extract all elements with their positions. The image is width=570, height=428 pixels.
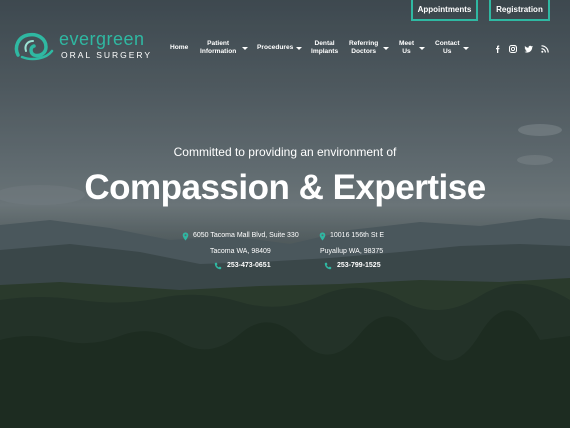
map-pin-icon bbox=[319, 232, 326, 241]
nav-contact-us[interactable]: Contact Us bbox=[435, 40, 460, 56]
location-address-line2: Puyallup WA, 98375 bbox=[320, 248, 384, 255]
registration-button[interactable]: Registration bbox=[489, 0, 550, 21]
map-pin-icon bbox=[182, 232, 189, 241]
hero-overlay bbox=[0, 0, 570, 428]
nav-implants-label-1: Dental bbox=[314, 40, 335, 47]
chevron-down-icon bbox=[242, 47, 248, 50]
nav-referring-label-2: Doctors bbox=[351, 48, 377, 55]
location-address-line1: 10016 156th St E bbox=[330, 232, 385, 239]
phone-icon bbox=[214, 262, 222, 270]
nav-patient-label-1: Patient bbox=[207, 40, 230, 47]
nav-referring-doctors[interactable]: Referring Doctors bbox=[349, 40, 378, 56]
rss-icon[interactable] bbox=[540, 44, 550, 54]
hero-section: Appointments Registration evergreen ORAL… bbox=[0, 0, 570, 428]
nav-dental-implants[interactable]: Dental Implants bbox=[311, 40, 338, 56]
nav-patient-label-2: Information bbox=[200, 48, 237, 55]
location-address-line2: Tacoma WA, 98409 bbox=[210, 248, 271, 255]
hero-headline: Compassion & Expertise bbox=[84, 168, 486, 207]
nav-meet-label-1: Meet bbox=[399, 40, 415, 47]
nav-meet-label-2: Us bbox=[402, 48, 411, 55]
nav-meet-us[interactable]: Meet Us bbox=[399, 40, 414, 56]
logo-subtitle: ORAL SURGERY bbox=[61, 50, 153, 60]
logo-swirl-icon bbox=[14, 32, 54, 61]
nav-procedures[interactable]: Procedures bbox=[257, 44, 293, 52]
nav-home[interactable]: Home bbox=[170, 44, 188, 52]
nav-contact-label-2: Us bbox=[443, 48, 452, 55]
logo-wordmark: evergreen bbox=[59, 29, 145, 49]
location-phone-link[interactable]: 253-473-0651 bbox=[227, 262, 271, 270]
nav-patient-information[interactable]: Patient Information bbox=[200, 40, 236, 56]
chevron-down-icon bbox=[463, 47, 469, 50]
site-logo[interactable]: evergreen ORAL SURGERY bbox=[12, 29, 157, 63]
nav-contact-label-1: Contact bbox=[435, 40, 460, 47]
nav-referring-label-1: Referring bbox=[349, 40, 379, 47]
chevron-down-icon bbox=[419, 47, 425, 50]
phone-icon bbox=[324, 262, 332, 270]
nav-implants-label-2: Implants bbox=[311, 48, 339, 55]
nav-home-label: Home bbox=[170, 44, 189, 51]
hero-tagline: Committed to providing an environment of bbox=[173, 145, 397, 159]
facebook-icon[interactable] bbox=[493, 44, 503, 54]
chevron-down-icon bbox=[383, 47, 389, 50]
instagram-icon[interactable] bbox=[508, 44, 518, 54]
nav-procedures-label: Procedures bbox=[257, 44, 294, 51]
location-phone-link[interactable]: 253-799-1525 bbox=[337, 262, 381, 270]
appointments-button[interactable]: Appointments bbox=[411, 0, 478, 21]
location-address-line1: 6050 Tacoma Mall Blvd, Suite 330 bbox=[193, 232, 299, 239]
chevron-down-icon bbox=[296, 47, 302, 50]
twitter-icon[interactable] bbox=[524, 44, 534, 54]
